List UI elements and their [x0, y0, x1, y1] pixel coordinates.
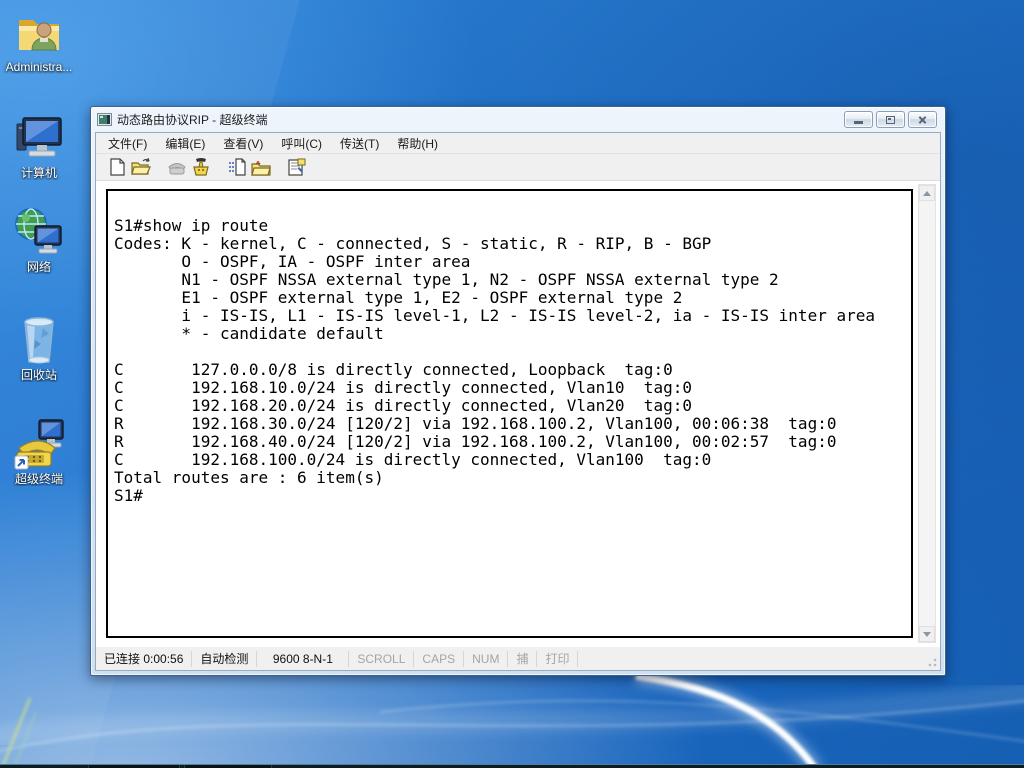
disconnect-icon [193, 158, 209, 176]
close-button[interactable] [908, 111, 937, 128]
statusbar: 已连接 0:00:56 自动检测 9600 8-N-1 SCROLL CAPS … [96, 646, 940, 670]
status-connection: 已连接 0:00:56 [96, 650, 193, 667]
desktop-icon-label: Administra... [5, 61, 73, 74]
terminal-line: E1 - OSPF external type 1, E2 - OSPF ext… [114, 288, 683, 307]
status-num: NUM [464, 650, 509, 667]
minimize-button[interactable] [844, 111, 873, 128]
window-title: 动态路由协议RIP - 超级终端 [117, 113, 268, 127]
taskbar[interactable] [0, 764, 1024, 768]
terminal-line: S1# [114, 486, 143, 505]
receive-file-icon [251, 161, 271, 176]
recycle-bin-icon [24, 317, 54, 364]
status-detect: 自动检测 [192, 650, 258, 667]
administrator-folder-icon [19, 20, 59, 51]
toolbar [96, 154, 940, 181]
scroll-up-button[interactable] [919, 185, 935, 201]
open-button[interactable] [129, 156, 153, 178]
terminal-line: C 192.168.100.0/24 is directly connected… [114, 450, 712, 469]
menu-transfer[interactable]: 传送(T) [331, 132, 388, 155]
terminal-line: N1 - OSPF NSSA external type 1, N2 - OSP… [114, 270, 779, 289]
maximize-icon [886, 115, 895, 124]
properties-button[interactable] [285, 156, 309, 178]
terminal-line: * - candidate default [114, 324, 384, 343]
status-baud: 9600 8-N-1 [257, 650, 350, 667]
call-icon [168, 163, 186, 175]
terminal-line: C 192.168.10.0/24 is directly connected,… [114, 378, 692, 397]
hyperterminal-window: 动态路由协议RIP - 超级终端 文件(F) 编辑(E) 查看(V) 呼叫(C)… [90, 106, 946, 676]
status-scroll: SCROLL [349, 650, 415, 667]
hyperterminal-icon [14, 419, 64, 470]
terminal-line: R 192.168.30.0/24 [120/2] via 192.168.10… [114, 414, 837, 433]
menu-file[interactable]: 文件(F) [99, 132, 156, 155]
properties-icon [288, 158, 306, 176]
terminal-canvas[interactable]: S1#show ip route Codes: K - kernel, C - … [106, 189, 913, 638]
desktop-icon-hyperterminal[interactable]: 超级终端 [0, 414, 78, 486]
network-icon [15, 208, 62, 254]
status-capture: 捕 [508, 650, 538, 667]
terminal-line: C 127.0.0.0/8 is directly connected, Loo… [114, 360, 673, 379]
desktop-icon-label: 网络 [26, 261, 51, 274]
status-print: 打印 [537, 650, 579, 667]
resize-grip-icon[interactable] [926, 656, 938, 668]
new-connection-button[interactable] [105, 156, 129, 178]
desktop-icon-label: 超级终端 [14, 473, 63, 486]
titlebar[interactable]: 动态路由协议RIP - 超级终端 [95, 107, 941, 132]
desktop-icon-administrator[interactable]: Administra... [0, 8, 78, 74]
open-icon [131, 158, 151, 175]
send-file-button[interactable] [225, 156, 249, 178]
disconnect-button[interactable] [189, 156, 213, 178]
scroll-down-button[interactable] [919, 626, 935, 642]
call-button[interactable] [165, 156, 189, 178]
desktop-icon-recycle-bin[interactable]: 回收站 [0, 310, 78, 382]
menu-call[interactable]: 呼叫(C) [272, 132, 331, 155]
terminal-client: S1#show ip route Codes: K - kernel, C - … [96, 181, 940, 646]
menu-view[interactable]: 查看(V) [214, 132, 272, 155]
scroll-down-icon [923, 631, 931, 637]
new-connection-icon [110, 158, 125, 176]
receive-file-button[interactable] [249, 156, 273, 178]
window-body: 文件(F) 编辑(E) 查看(V) 呼叫(C) 传送(T) 帮助(H) S1#s… [95, 132, 941, 671]
terminal-line: S1#show ip route [114, 216, 269, 235]
desktop-icon-computer[interactable]: 计算机 [0, 112, 78, 180]
terminal-line: R 192.168.40.0/24 [120/2] via 192.168.10… [114, 432, 837, 451]
terminal-line: C 192.168.20.0/24 is directly connected,… [114, 396, 692, 415]
status-caps: CAPS [414, 650, 465, 667]
minimize-icon [854, 121, 863, 124]
menubar: 文件(F) 编辑(E) 查看(V) 呼叫(C) 传送(T) 帮助(H) [96, 133, 940, 154]
desktop: Administra... 计算机 网络 回收站 超级终端 动态路由协议RIP … [0, 0, 1024, 768]
close-icon [917, 114, 928, 125]
terminal-line: i - IS-IS, L1 - IS-IS level-1, L2 - IS-I… [114, 306, 875, 325]
menu-help[interactable]: 帮助(H) [388, 132, 447, 155]
scroll-up-icon [923, 190, 931, 196]
terminal-line: Codes: K - kernel, C - connected, S - st… [114, 234, 712, 253]
window-title-icon [97, 113, 112, 126]
desktop-icon-label: 计算机 [20, 167, 57, 180]
desktop-icon-network[interactable]: 网络 [0, 206, 78, 274]
terminal-line: Total routes are : 6 item(s) [114, 468, 384, 487]
desktop-icon-label: 回收站 [20, 369, 57, 382]
send-file-icon [229, 158, 246, 176]
maximize-button[interactable] [876, 111, 905, 128]
computer-icon [16, 117, 62, 157]
terminal-line: O - OSPF, IA - OSPF inter area [114, 252, 471, 271]
vertical-scrollbar[interactable] [918, 184, 936, 643]
menu-edit[interactable]: 编辑(E) [156, 132, 214, 155]
